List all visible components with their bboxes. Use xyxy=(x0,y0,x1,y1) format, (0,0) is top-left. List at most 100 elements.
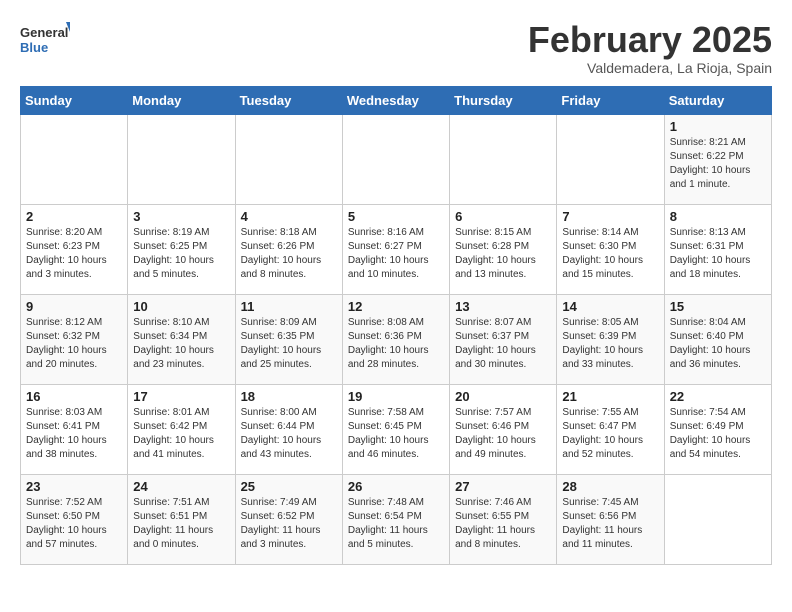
day-number: 21 xyxy=(562,389,658,404)
month-title: February 2025 xyxy=(528,20,772,60)
day-number: 26 xyxy=(348,479,444,494)
calendar-cell: 16 Sunrise: 8:03 AM Sunset: 6:41 PM Dayli… xyxy=(21,384,128,474)
calendar-cell: 8 Sunrise: 8:13 AM Sunset: 6:31 PM Daylig… xyxy=(664,204,771,294)
calendar-cell: 3 Sunrise: 8:19 AM Sunset: 6:25 PM Daylig… xyxy=(128,204,235,294)
calendar-cell: 14 Sunrise: 8:05 AM Sunset: 6:39 PM Dayli… xyxy=(557,294,664,384)
calendar-cell xyxy=(557,114,664,204)
calendar-cell: 21Sunrise: 7:55 AM Sunset: 6:47 PM Dayli… xyxy=(557,384,664,474)
day-number: 1 xyxy=(670,119,766,134)
calendar-week-row: 16 Sunrise: 8:03 AM Sunset: 6:41 PM Dayli… xyxy=(21,384,772,474)
weekday-header: Sunday xyxy=(21,86,128,114)
calendar-week-row: 2 Sunrise: 8:20 AM Sunset: 6:23 PM Daylig… xyxy=(21,204,772,294)
day-number: 17 xyxy=(133,389,229,404)
day-number: 18 xyxy=(241,389,337,404)
logo: General Blue xyxy=(20,20,70,60)
calendar-cell: 15 Sunrise: 8:04 AM Sunset: 6:40 PM Dayli… xyxy=(664,294,771,384)
weekday-header: Tuesday xyxy=(235,86,342,114)
day-number: 9 xyxy=(26,299,122,314)
day-number: 5 xyxy=(348,209,444,224)
day-info: Sunrise: 7:54 AM Sunset: 6:49 PM Dayligh… xyxy=(670,406,766,462)
day-number: 7 xyxy=(562,209,658,224)
calendar-cell: 10Sunrise: 8:10 AM Sunset: 6:34 PM Dayli… xyxy=(128,294,235,384)
day-number: 23 xyxy=(26,479,122,494)
calendar-cell: 1 Sunrise: 8:21 AM Sunset: 6:22 PM Daylig… xyxy=(664,114,771,204)
day-number: 13 xyxy=(455,299,551,314)
weekday-header: Monday xyxy=(128,86,235,114)
day-number: 11 xyxy=(241,299,337,314)
day-info: Sunrise: 7:57 AM Sunset: 6:46 PM Dayligh… xyxy=(455,406,551,462)
weekday-header: Saturday xyxy=(664,86,771,114)
day-info: Sunrise: 8:21 AM Sunset: 6:22 PM Dayligh… xyxy=(670,136,766,192)
day-info: Sunrise: 8:00 AM Sunset: 6:44 PM Dayligh… xyxy=(241,406,337,462)
calendar-cell: 24 Sunrise: 7:51 AM Sunset: 6:51 PM Dayli… xyxy=(128,474,235,564)
calendar-cell: 9 Sunrise: 8:12 AM Sunset: 6:32 PM Daylig… xyxy=(21,294,128,384)
day-info: Sunrise: 7:58 AM Sunset: 6:45 PM Dayligh… xyxy=(348,406,444,462)
day-number: 14 xyxy=(562,299,658,314)
day-number: 10 xyxy=(133,299,229,314)
day-number: 4 xyxy=(241,209,337,224)
svg-text:General: General xyxy=(20,25,68,40)
day-number: 8 xyxy=(670,209,766,224)
calendar-cell: 26 Sunrise: 7:48 AM Sunset: 6:54 PM Dayli… xyxy=(342,474,449,564)
calendar-week-row: 1 Sunrise: 8:21 AM Sunset: 6:22 PM Daylig… xyxy=(21,114,772,204)
day-info: Sunrise: 8:20 AM Sunset: 6:23 PM Dayligh… xyxy=(26,226,122,282)
day-info: Sunrise: 8:08 AM Sunset: 6:36 PM Dayligh… xyxy=(348,316,444,372)
day-info: Sunrise: 7:48 AM Sunset: 6:54 PM Dayligh… xyxy=(348,496,444,552)
day-info: Sunrise: 8:05 AM Sunset: 6:39 PM Dayligh… xyxy=(562,316,658,372)
calendar-cell: 22Sunrise: 7:54 AM Sunset: 6:49 PM Dayli… xyxy=(664,384,771,474)
day-info: Sunrise: 8:04 AM Sunset: 6:40 PM Dayligh… xyxy=(670,316,766,372)
calendar-cell: 19 Sunrise: 7:58 AM Sunset: 6:45 PM Dayli… xyxy=(342,384,449,474)
day-number: 20 xyxy=(455,389,551,404)
calendar-cell: 13 Sunrise: 8:07 AM Sunset: 6:37 PM Dayli… xyxy=(450,294,557,384)
page-header: General Blue February 2025 Valdemadera, … xyxy=(20,20,772,76)
calendar-cell: 25 Sunrise: 7:49 AM Sunset: 6:52 PM Dayli… xyxy=(235,474,342,564)
day-info: Sunrise: 7:46 AM Sunset: 6:55 PM Dayligh… xyxy=(455,496,551,552)
day-info: Sunrise: 8:07 AM Sunset: 6:37 PM Dayligh… xyxy=(455,316,551,372)
day-info: Sunrise: 8:12 AM Sunset: 6:32 PM Dayligh… xyxy=(26,316,122,372)
day-info: Sunrise: 7:51 AM Sunset: 6:51 PM Dayligh… xyxy=(133,496,229,552)
day-info: Sunrise: 8:18 AM Sunset: 6:26 PM Dayligh… xyxy=(241,226,337,282)
calendar-cell: 12 Sunrise: 8:08 AM Sunset: 6:36 PM Dayli… xyxy=(342,294,449,384)
title-block: February 2025 Valdemadera, La Rioja, Spa… xyxy=(528,20,772,76)
calendar-cell: 23 Sunrise: 7:52 AM Sunset: 6:50 PM Dayli… xyxy=(21,474,128,564)
day-number: 16 xyxy=(26,389,122,404)
location: Valdemadera, La Rioja, Spain xyxy=(528,60,772,76)
day-number: 24 xyxy=(133,479,229,494)
calendar-cell xyxy=(235,114,342,204)
calendar-week-row: 23 Sunrise: 7:52 AM Sunset: 6:50 PM Dayli… xyxy=(21,474,772,564)
day-info: Sunrise: 7:45 AM Sunset: 6:56 PM Dayligh… xyxy=(562,496,658,552)
calendar-cell: 4 Sunrise: 8:18 AM Sunset: 6:26 PM Daylig… xyxy=(235,204,342,294)
calendar-cell xyxy=(128,114,235,204)
calendar-cell: 27Sunrise: 7:46 AM Sunset: 6:55 PM Dayli… xyxy=(450,474,557,564)
weekday-header: Thursday xyxy=(450,86,557,114)
calendar-cell: 6Sunrise: 8:15 AM Sunset: 6:28 PM Daylig… xyxy=(450,204,557,294)
day-info: Sunrise: 8:14 AM Sunset: 6:30 PM Dayligh… xyxy=(562,226,658,282)
day-number: 15 xyxy=(670,299,766,314)
calendar-cell xyxy=(342,114,449,204)
day-info: Sunrise: 8:09 AM Sunset: 6:35 PM Dayligh… xyxy=(241,316,337,372)
day-info: Sunrise: 8:19 AM Sunset: 6:25 PM Dayligh… xyxy=(133,226,229,282)
day-number: 6 xyxy=(455,209,551,224)
calendar-cell xyxy=(21,114,128,204)
day-number: 19 xyxy=(348,389,444,404)
day-number: 25 xyxy=(241,479,337,494)
day-info: Sunrise: 7:52 AM Sunset: 6:50 PM Dayligh… xyxy=(26,496,122,552)
day-info: Sunrise: 8:16 AM Sunset: 6:27 PM Dayligh… xyxy=(348,226,444,282)
calendar-cell xyxy=(450,114,557,204)
svg-text:Blue: Blue xyxy=(20,40,48,55)
calendar-week-row: 9 Sunrise: 8:12 AM Sunset: 6:32 PM Daylig… xyxy=(21,294,772,384)
day-info: Sunrise: 7:49 AM Sunset: 6:52 PM Dayligh… xyxy=(241,496,337,552)
weekday-header: Wednesday xyxy=(342,86,449,114)
day-number: 12 xyxy=(348,299,444,314)
day-info: Sunrise: 8:01 AM Sunset: 6:42 PM Dayligh… xyxy=(133,406,229,462)
calendar-cell: 7 Sunrise: 8:14 AM Sunset: 6:30 PM Daylig… xyxy=(557,204,664,294)
calendar-cell: 18 Sunrise: 8:00 AM Sunset: 6:44 PM Dayli… xyxy=(235,384,342,474)
weekday-header-row: SundayMondayTuesdayWednesdayThursdayFrid… xyxy=(21,86,772,114)
day-info: Sunrise: 8:13 AM Sunset: 6:31 PM Dayligh… xyxy=(670,226,766,282)
day-number: 2 xyxy=(26,209,122,224)
day-number: 3 xyxy=(133,209,229,224)
calendar-cell: 20 Sunrise: 7:57 AM Sunset: 6:46 PM Dayli… xyxy=(450,384,557,474)
day-info: Sunrise: 8:03 AM Sunset: 6:41 PM Dayligh… xyxy=(26,406,122,462)
calendar-cell: 28Sunrise: 7:45 AM Sunset: 6:56 PM Dayli… xyxy=(557,474,664,564)
calendar-cell: 11 Sunrise: 8:09 AM Sunset: 6:35 PM Dayli… xyxy=(235,294,342,384)
